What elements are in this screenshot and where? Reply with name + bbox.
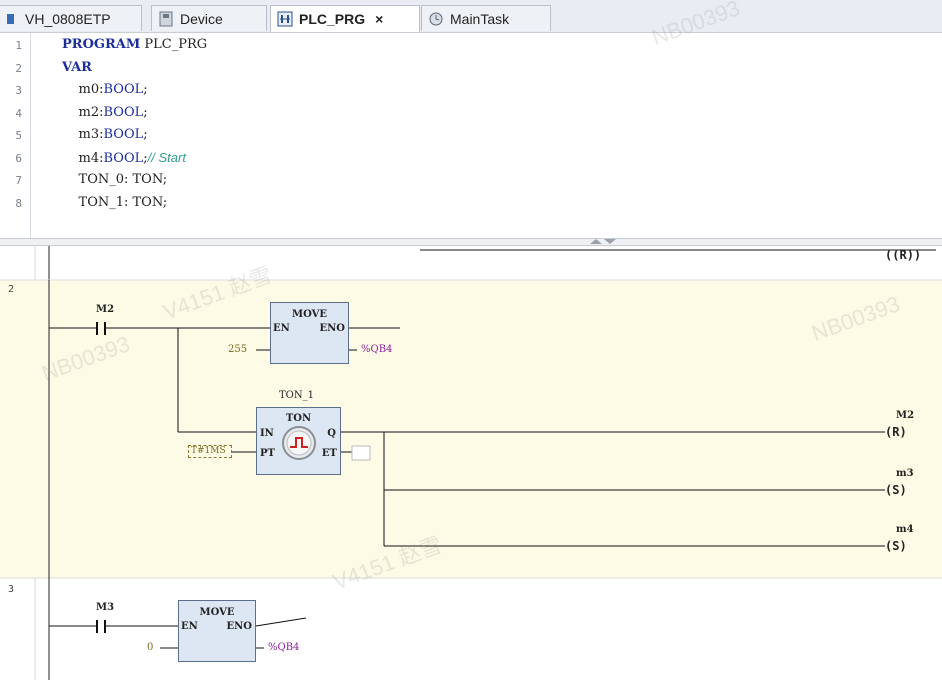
move-eno-pin: ENO [319, 323, 345, 334]
coil-m4-label: m4 [896, 524, 914, 535]
coil-reset-partial[interactable]: ((R)) [885, 248, 921, 262]
close-tab-icon[interactable]: × [375, 11, 383, 27]
code-line[interactable]: PROGRAM PLC_PRG [62, 37, 207, 52]
timer-clock-icon [282, 426, 316, 460]
move-en-pin: EN [181, 621, 198, 632]
code-text: TON_1: TON; [62, 194, 168, 210]
code-line[interactable]: m3:BOOL; [62, 127, 148, 142]
keyword: VAR [62, 59, 92, 75]
code-text: m3: [62, 127, 104, 142]
line-number: 3 [15, 84, 22, 97]
code-text: TON_0: TON; [62, 172, 168, 187]
splitter-grip-icon [590, 239, 616, 244]
code-text: m4: [62, 150, 104, 166]
type-name: BOOL [103, 82, 144, 97]
code-line[interactable]: VAR [62, 60, 92, 75]
ton-block-title: TON [285, 413, 312, 424]
ton-in-pin: IN [260, 428, 274, 439]
tab-vh-0808etp[interactable]: VH_0808ETP [0, 5, 142, 31]
move-block-title: MOVE [292, 309, 327, 320]
ladder-wiring [0, 246, 942, 680]
tab-label: VH_0808ETP [25, 10, 111, 27]
set-coil-m4[interactable]: (S) [885, 539, 907, 553]
move-output-address[interactable]: %QB4 [361, 344, 392, 355]
ton-instance-name[interactable]: TON_1 [279, 390, 314, 401]
contact-m2[interactable] [94, 320, 108, 336]
tab-maintask[interactable]: MainTask [421, 5, 551, 31]
ton-pt-input[interactable]: T#1MS [188, 445, 232, 458]
move-en-pin: EN [273, 323, 290, 334]
coil-m2-label: M2 [896, 410, 915, 421]
set-coil-m3[interactable]: (S) [885, 483, 907, 497]
code-text: PLC_PRG [140, 37, 208, 52]
type-name: BOOL [103, 104, 144, 120]
tab-label: PLC_PRG [299, 11, 366, 27]
line-number: 5 [15, 129, 22, 142]
line-number: 2 [15, 61, 22, 75]
type-name: BOOL [103, 150, 144, 166]
task-icon [428, 11, 444, 27]
device-icon [158, 11, 174, 27]
tab-plc-prg[interactable]: PLC_PRG × [270, 5, 420, 32]
project-icon [3, 11, 19, 27]
code-line[interactable]: TON_1: TON; [62, 194, 168, 210]
reset-coil-m2[interactable]: (R) [885, 425, 907, 439]
code-text: ; [143, 104, 148, 120]
tab-label: Device [180, 10, 223, 27]
network-number: 3 [8, 584, 15, 595]
line-number: 7 [15, 174, 22, 187]
contact-m3[interactable] [94, 618, 108, 634]
line-number: 8 [15, 196, 22, 210]
ton-et-pin: ET [321, 448, 337, 459]
code-text: ; [143, 127, 148, 142]
editor-tab-bar: VH_0808ETP Device PLC_PRG × MainTask [0, 0, 942, 33]
network-number: 2 [8, 284, 15, 295]
keyword: PROGRAM [62, 37, 141, 52]
ton-q-pin: Q [327, 428, 336, 439]
tab-device[interactable]: Device [151, 5, 267, 31]
move-block[interactable]: MOVE EN ENO [270, 302, 349, 364]
contact-m2-label: M2 [96, 304, 115, 315]
move-eno-pin: ENO [226, 621, 252, 632]
code-text: ; [143, 82, 148, 97]
ton-pt-pin: PT [260, 448, 275, 459]
move-block-title: MOVE [199, 607, 235, 618]
code-line[interactable]: TON_0: TON; [62, 172, 168, 187]
code-line[interactable]: m0:BOOL; [62, 82, 148, 97]
move-input-value[interactable]: 0 [147, 642, 153, 653]
type-name: BOOL [103, 127, 144, 142]
ladder-editor[interactable]: ((R)) 2 3 M2 MOVE EN ENO 255 %QB4 TON_1 … [0, 246, 942, 680]
line-number: 6 [15, 151, 22, 165]
tab-label: MainTask [450, 10, 510, 27]
line-number: 1 [15, 39, 22, 52]
comment: // Start [147, 149, 186, 165]
line-number: 4 [15, 106, 22, 120]
move-block-2[interactable]: MOVE EN ENO [178, 600, 256, 662]
line-number-gutter: 1 2 3 4 5 6 7 8 [0, 33, 31, 238]
ton-block[interactable]: TON IN PT Q ET [256, 407, 341, 475]
ladder-pou-icon [277, 11, 293, 27]
editor-splitter[interactable] [0, 238, 942, 246]
move-input-value[interactable]: 255 [228, 344, 247, 355]
coil-m3-label: m3 [896, 468, 914, 479]
code-text: m2: [62, 104, 104, 120]
code-line[interactable]: m2:BOOL; [62, 105, 148, 120]
contact-m3-label: M3 [96, 602, 115, 613]
declaration-editor[interactable]: 12345678 PROGRAM PLC_PRG VAR m0:BOOL; m2:… [0, 33, 942, 238]
code-line[interactable]: m4:BOOL;// Start [62, 150, 186, 166]
move-output-address[interactable]: %QB4 [268, 642, 299, 653]
code-text: m0: [62, 82, 104, 97]
